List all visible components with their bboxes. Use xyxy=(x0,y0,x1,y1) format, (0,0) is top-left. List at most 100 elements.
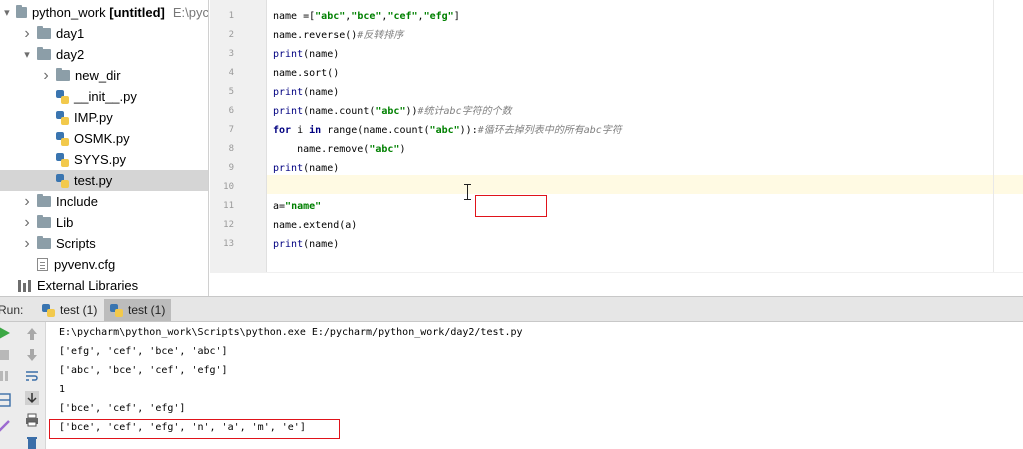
tree-item-osmk-py[interactable]: ›OSMK.py xyxy=(0,128,208,149)
code-line[interactable]: print(name) xyxy=(273,83,339,102)
python-file-icon xyxy=(56,89,69,104)
line-number: 7 xyxy=(228,125,234,135)
tree-item-project-root[interactable]: ▾ python_work [untitled] E:\pyc xyxy=(0,2,209,23)
folder-icon xyxy=(37,194,51,207)
line-number: 12 xyxy=(223,220,234,230)
scroll-to-end-icon[interactable] xyxy=(24,390,40,406)
code-line[interactable]: for i in range(name.count("abc")):#循环去掉列… xyxy=(273,121,622,140)
layout-icon[interactable] xyxy=(0,392,12,408)
tree-item-label: IMP.py xyxy=(74,110,113,125)
soft-wrap-icon[interactable] xyxy=(24,368,40,384)
code-token: (name) xyxy=(303,163,340,174)
arrow-down-icon[interactable] xyxy=(24,347,40,363)
console-output-line: E:\pycharm\python_work\Scripts\python.ex… xyxy=(59,327,523,338)
editor-bottom-area xyxy=(210,272,1023,296)
code-token: "cef" xyxy=(387,11,418,22)
python-file-icon xyxy=(56,110,69,125)
code-token: )) xyxy=(405,106,418,117)
arrow-up-icon[interactable] xyxy=(24,326,40,342)
folder-icon xyxy=(37,47,51,60)
python-file-icon xyxy=(56,131,69,146)
tree-item-init-py[interactable]: ›__init__.py xyxy=(0,86,208,107)
code-token: #统计abc字符的个数 xyxy=(417,106,512,117)
code-token: )): xyxy=(459,125,478,136)
tab-run-test-2[interactable]: test (1) xyxy=(104,299,172,321)
python-file-icon xyxy=(56,173,69,188)
code-token: (name) xyxy=(303,87,340,98)
code-line[interactable]: print(name) xyxy=(273,45,339,64)
tree-item-imp-py[interactable]: ›IMP.py xyxy=(0,107,208,128)
tree-item-lib[interactable]: › Lib xyxy=(0,212,208,233)
chevron-right-icon[interactable]: › xyxy=(21,193,33,211)
run-console[interactable]: E:\pycharm\python_work\Scripts\python.ex… xyxy=(47,322,1023,449)
code-token: name.extend(a) xyxy=(273,220,358,231)
line-number: 2 xyxy=(228,30,234,40)
chevron-right-icon[interactable]: › xyxy=(40,67,52,85)
console-output-line: ['abc', 'bce', 'cef', 'efg'] xyxy=(59,365,228,376)
tab-label: test (1) xyxy=(128,303,166,317)
config-file-icon xyxy=(37,258,48,271)
tree-item-day1[interactable]: › day1 xyxy=(0,23,208,44)
chevron-down-icon[interactable]: ▾ xyxy=(21,48,33,61)
code-token: "bce" xyxy=(351,11,382,22)
folder-icon xyxy=(15,5,27,18)
code-line[interactable]: a="name" xyxy=(273,197,321,216)
tree-item-pyvenv-cfg[interactable]: ›pyvenv.cfg xyxy=(0,254,208,275)
tree-item-test-py[interactable]: ›test.py xyxy=(0,170,208,191)
tree-item-new-dir[interactable]: › new_dir xyxy=(0,65,208,86)
line-number: 13 xyxy=(223,239,234,249)
stop-icon[interactable] xyxy=(0,347,12,363)
trash-icon[interactable] xyxy=(24,434,40,449)
tab-run-test-1[interactable]: test (1) xyxy=(36,299,103,321)
console-output-line: ['efg', 'cef', 'bce', 'abc'] xyxy=(59,346,228,357)
code-token: "abc" xyxy=(369,144,400,155)
code-token: in xyxy=(309,125,322,136)
chevron-right-icon[interactable]: › xyxy=(21,25,33,43)
code-token: "efg" xyxy=(423,11,454,22)
line-number: 4 xyxy=(228,68,234,78)
code-line[interactable]: print(name) xyxy=(273,159,339,178)
tree-item-label: new_dir xyxy=(75,68,121,83)
code-line[interactable]: name.sort() xyxy=(273,64,339,83)
pin-icon[interactable] xyxy=(0,418,12,434)
code-token: "abc" xyxy=(375,106,406,117)
code-line[interactable]: print(name.count("abc"))#统计abc字符的个数 xyxy=(273,102,512,121)
code-token: print xyxy=(273,49,304,60)
line-number-gutter: 1 2 3 4 5 6 7 8 9 10 11 12 13 xyxy=(210,0,267,272)
code-line[interactable]: name =["abc","bce","cef","efg"] xyxy=(273,7,460,26)
chevron-right-icon[interactable]: › xyxy=(21,214,33,232)
code-token: range(name.count( xyxy=(321,125,430,136)
code-line[interactable]: name.extend(a) xyxy=(273,216,357,235)
code-line[interactable]: name.remove("abc") xyxy=(273,140,405,159)
rerun-icon[interactable] xyxy=(0,325,12,341)
python-file-icon xyxy=(56,152,69,167)
print-icon[interactable] xyxy=(24,412,40,428)
run-label: Run: xyxy=(0,303,24,317)
code-token: name =[ xyxy=(273,11,316,22)
tree-item-external-libraries[interactable]: ›External Libraries xyxy=(0,275,208,296)
line-number: 10 xyxy=(223,182,234,192)
chevron-right-icon[interactable]: › xyxy=(21,235,33,253)
code-token: (name) xyxy=(303,239,340,250)
code-token: (name.count( xyxy=(303,106,376,117)
code-area[interactable]: name =["abc","bce","cef","efg"] name.reve… xyxy=(268,0,993,272)
code-editor[interactable]: 1 2 3 4 5 6 7 8 9 10 11 12 13 name =["abc","bce","ce… xyxy=(210,0,1023,296)
tree-item-syys-py[interactable]: ›SYYS.py xyxy=(0,149,208,170)
code-line[interactable]: print(name) xyxy=(273,235,339,254)
tree-item-day2[interactable]: ▾ day2 xyxy=(0,44,208,65)
chevron-down-icon[interactable]: ▾ xyxy=(2,6,12,19)
tree-item-include[interactable]: › Include xyxy=(0,191,208,212)
line-number: 5 xyxy=(228,87,234,97)
code-token: print xyxy=(273,239,304,250)
pause-icon[interactable] xyxy=(0,368,12,384)
folder-icon xyxy=(56,68,70,81)
run-toolbar xyxy=(0,322,46,449)
line-number: 8 xyxy=(228,144,234,154)
right-margin-guide xyxy=(993,0,994,272)
project-path: E:\pyc xyxy=(172,5,209,20)
code-line[interactable]: name.reverse()#反转排序 xyxy=(273,26,403,45)
tree-item-label: Include xyxy=(56,194,98,209)
tab-label: test (1) xyxy=(60,303,98,317)
tree-item-scripts[interactable]: › Scripts xyxy=(0,233,208,254)
code-token: name.reverse() xyxy=(273,30,358,41)
